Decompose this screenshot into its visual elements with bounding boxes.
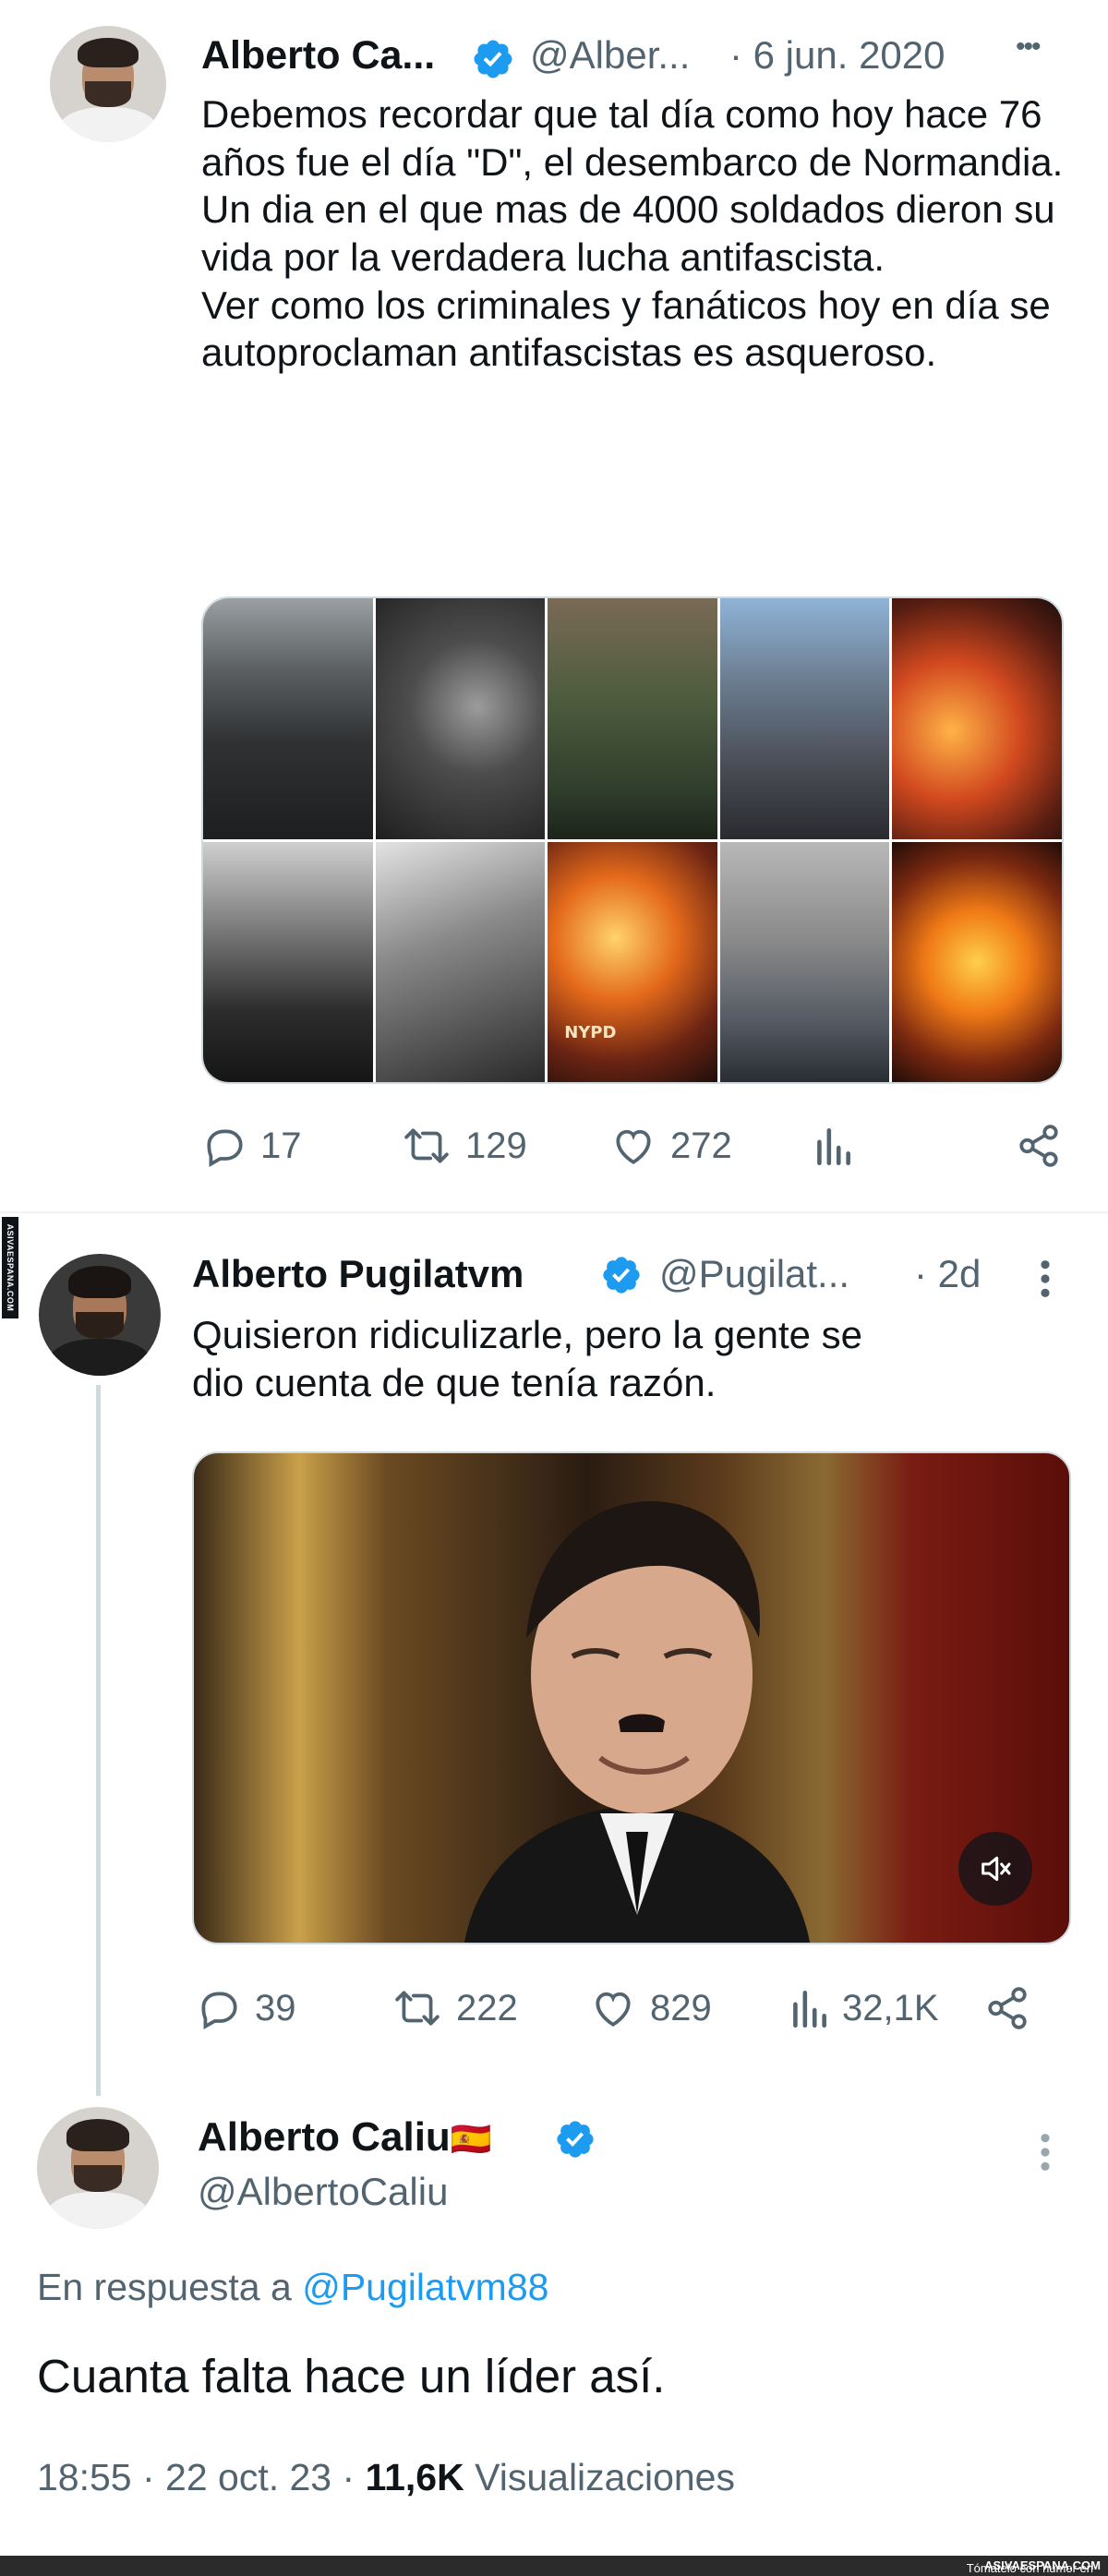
views-count: 11,6K xyxy=(365,2456,464,2498)
verified-badge-icon xyxy=(474,40,512,78)
like-count: 829 xyxy=(650,1987,712,2028)
reply-count: 39 xyxy=(255,1987,296,2028)
protest-photo-1[interactable] xyxy=(548,598,717,839)
retweet-button[interactable]: 129 xyxy=(401,1123,527,1169)
dday-photo-2[interactable] xyxy=(375,598,546,839)
author-handle[interactable]: @Alber... xyxy=(530,33,690,78)
reply-prefix: En respuesta a xyxy=(37,2266,292,2308)
retweet-icon xyxy=(395,1991,440,2026)
dday-photo-3[interactable] xyxy=(203,841,373,1082)
tweet-original: Alberto Ca... @Alber... · 6 jun. 2020 ••… xyxy=(0,0,1108,1210)
tweet-paragraph: Ver como los criminales y fanáticos hoy … xyxy=(201,283,1062,375)
dday-photo-1[interactable] xyxy=(203,598,373,839)
share-icon xyxy=(988,1987,1027,2029)
avatar[interactable] xyxy=(37,2107,159,2229)
reply-button[interactable]: 17 xyxy=(201,1123,302,1169)
more-options-icon[interactable] xyxy=(1038,2131,1053,2173)
protest-photo-4[interactable]: NYPD xyxy=(548,841,717,1082)
tweet-paragraph: Debemos recordar que tal día como hoy ha… xyxy=(201,92,1075,279)
views-label: Visualizaciones xyxy=(475,2456,735,2498)
share-button[interactable] xyxy=(984,1985,1030,2031)
thread-line xyxy=(96,1385,101,2096)
tweet-text: Cuanta falta hace un líder así. xyxy=(37,2350,666,2402)
divider xyxy=(0,1211,1108,1213)
reply-context: En respuesta a @Pugilatvm88 xyxy=(37,2266,548,2309)
watermark-side: ASIVAESPANA.COM xyxy=(2,1217,18,1318)
reply-mention-link[interactable]: @Pugilatvm88 xyxy=(302,2266,548,2308)
avatar[interactable] xyxy=(39,1254,161,1376)
author-name[interactable]: Alberto Pugilatvm xyxy=(192,1252,524,1296)
verified-badge-icon xyxy=(603,1257,640,1294)
views-button[interactable] xyxy=(813,1123,853,1169)
more-options-icon[interactable] xyxy=(1038,1258,1053,1300)
share-button[interactable] xyxy=(1016,1123,1062,1169)
more-options-icon[interactable]: ••• xyxy=(1016,31,1041,63)
reply-icon xyxy=(201,1992,237,2030)
protest-photo-2[interactable] xyxy=(719,598,890,839)
media-grid[interactable]: NYPD xyxy=(201,596,1064,1084)
author-handle[interactable]: @Pugilat... xyxy=(659,1252,849,1296)
nypd-label: NYPD xyxy=(564,1022,617,1042)
muted-speaker-icon xyxy=(982,1856,1011,1882)
footer-watermark: Tómatelo con humor en ASIVAESPANA.COM xyxy=(0,2556,1108,2576)
views-button[interactable]: 32,1K xyxy=(789,1985,939,2031)
share-icon xyxy=(1019,1125,1058,1167)
author-name[interactable]: Alberto Caliu🇪🇸 xyxy=(198,2114,492,2161)
views-icon xyxy=(817,1128,850,1166)
reply-button[interactable]: 39 xyxy=(196,1985,296,2031)
views-count: 32,1K xyxy=(842,1987,939,2028)
video-frame-person xyxy=(464,1500,810,1943)
author-name-text: Alberto Caliu xyxy=(198,2114,451,2160)
tweet-date[interactable]: · 6 jun. 2020 xyxy=(729,33,945,78)
protest-photo-3[interactable] xyxy=(892,598,1062,839)
video-player[interactable] xyxy=(192,1451,1071,1944)
spain-flag-icon: 🇪🇸 xyxy=(450,2120,492,2158)
reply-icon xyxy=(207,1129,243,1168)
dday-photo-4[interactable] xyxy=(375,841,546,1082)
verified-badge-icon xyxy=(557,2121,594,2158)
reply-count: 17 xyxy=(260,1125,302,1166)
tweet-date[interactable]: · 2d xyxy=(914,1252,981,1296)
retweet-count: 222 xyxy=(456,1987,518,2028)
author-name[interactable]: Alberto Ca... xyxy=(201,33,435,78)
like-icon xyxy=(616,1129,651,1164)
tweet-time[interactable]: 18:55 · 22 oct. 23 · xyxy=(37,2456,355,2498)
retweet-icon xyxy=(404,1128,449,1163)
retweet-count: 129 xyxy=(465,1125,527,1166)
protest-photo-6[interactable] xyxy=(892,841,1062,1082)
like-button[interactable]: 272 xyxy=(609,1123,732,1169)
retweet-button[interactable]: 222 xyxy=(391,1985,518,2031)
tweet-text-line: dio cuenta de que tenía razón. xyxy=(192,1360,717,1404)
like-count: 272 xyxy=(670,1125,732,1166)
mute-button[interactable] xyxy=(958,1832,1032,1906)
tweet-text: Debemos recordar que tal día como hoy ha… xyxy=(201,90,1069,377)
tweet-text-line: Quisieron ridiculizarle, pero la gente s… xyxy=(192,1313,863,1356)
tweet-text: Quisieron ridiculizarle, pero la gente s… xyxy=(192,1311,1078,1406)
footer-text: Tómatelo con humor en xyxy=(966,2561,1093,2575)
avatar[interactable] xyxy=(50,26,166,142)
author-handle[interactable]: @AlbertoCaliu xyxy=(198,2170,448,2214)
like-button[interactable]: 829 xyxy=(589,1985,712,2031)
tweet-meta: 18:55 · 22 oct. 23 · 11,6K Visualizacion… xyxy=(37,2456,735,2499)
like-icon xyxy=(596,1992,631,2027)
views-icon xyxy=(793,1991,826,2028)
protest-photo-5[interactable] xyxy=(719,841,890,1082)
